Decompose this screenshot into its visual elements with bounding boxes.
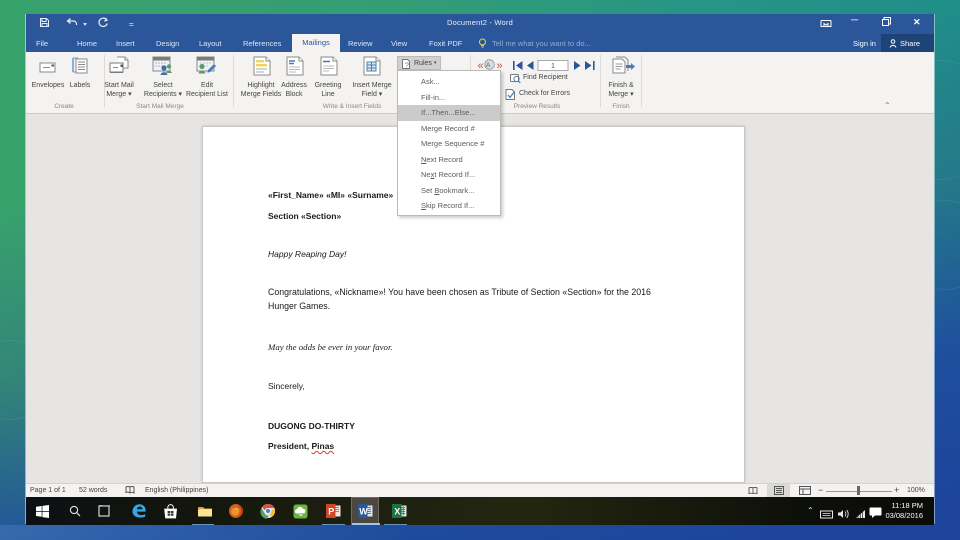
svg-text:1: 1 (551, 63, 555, 70)
svg-text:X: X (394, 507, 400, 517)
svg-text:W: W (359, 507, 368, 517)
svg-text:?: ? (405, 63, 409, 70)
svg-text:A: A (486, 62, 491, 69)
svg-text:P: P (328, 507, 334, 517)
